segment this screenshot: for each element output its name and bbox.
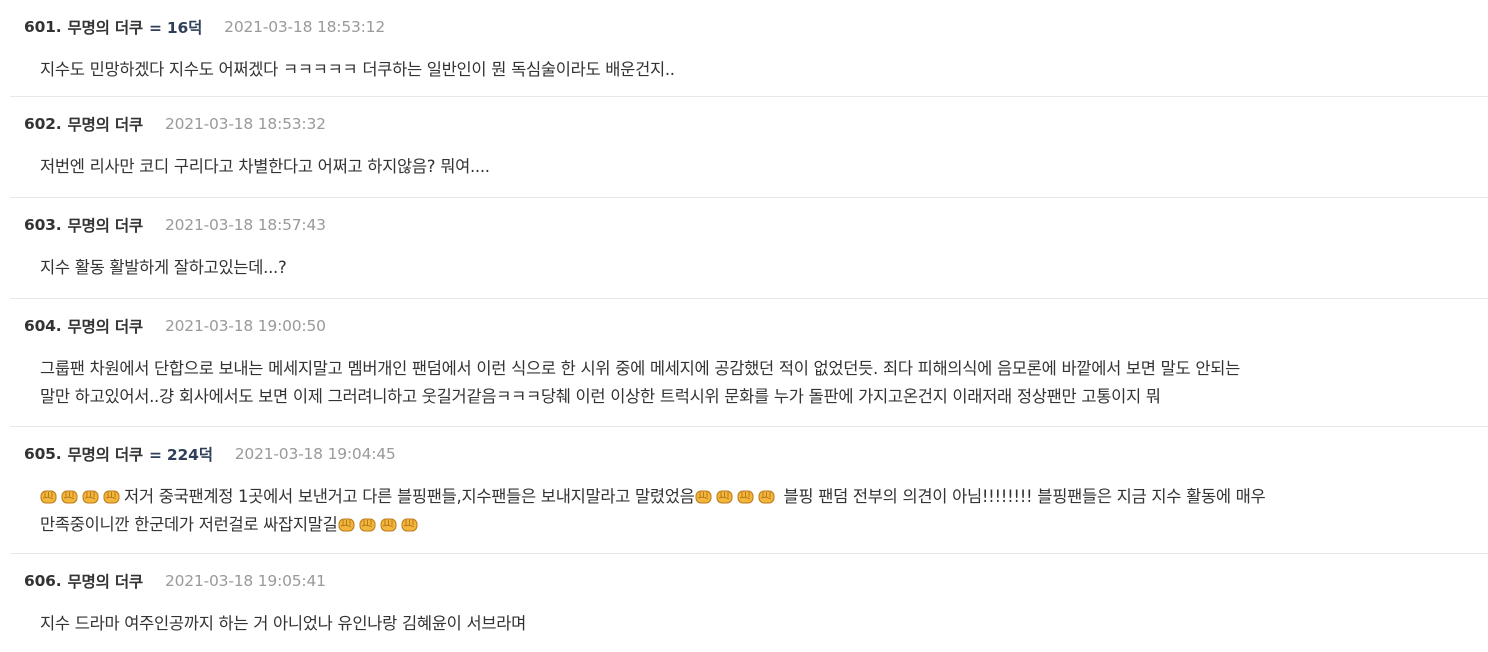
- oncoming-fist-emoji: [359, 516, 376, 533]
- comment-timestamp: 2021-03-18 18:53:12: [224, 18, 385, 36]
- comment-item: 603. 무명의 더쿠 2021-03-18 18:57:43 지수 활동 활발…: [10, 198, 1488, 299]
- comment-header: 601. 무명의 더쿠 = 16덕 2021-03-18 18:53:12: [24, 14, 1474, 40]
- duk-count: = 224덕: [148, 446, 213, 464]
- oncoming-fist-emoji: [716, 488, 733, 505]
- comment-text-line: 저거 중국팬계정 1곳에서 보낸거고 다른 블핑팬들,지수팬들은 보내지말라고 …: [40, 483, 1474, 511]
- comment-item: 601. 무명의 더쿠 = 16덕 2021-03-18 18:53:12 지수…: [10, 0, 1488, 97]
- comment-timestamp: 2021-03-18 19:05:41: [164, 572, 326, 590]
- comment-timestamp: 2021-03-18 18:57:43: [164, 216, 326, 234]
- comment-number[interactable]: 603.: [24, 216, 62, 234]
- comment-item: 602. 무명의 더쿠 2021-03-18 18:53:32 저번엔 리사만 …: [10, 97, 1488, 198]
- comment-timestamp: 2021-03-18 19:04:45: [234, 445, 396, 463]
- comment-timestamp: 2021-03-18 18:53:32: [164, 115, 326, 133]
- comment-body: 지수 활동 활발하게 잘하고있는데...?: [24, 254, 1474, 282]
- comment-list: 601. 무명의 더쿠 = 16덕 2021-03-18 18:53:12 지수…: [0, 0, 1488, 652]
- comment-text-line: 지수 드라마 여주인공까지 하는 거 아니었나 유인나랑 김혜윤이 서브라며: [40, 614, 526, 633]
- comment-header: 602. 무명의 더쿠 2021-03-18 18:53:32: [24, 111, 1474, 137]
- comment-author: 무명의 더쿠: [67, 446, 143, 464]
- comment-header: 605. 무명의 더쿠 = 224덕 2021-03-18 19:04:45: [24, 441, 1474, 467]
- oncoming-fist-emoji: [401, 516, 418, 533]
- oncoming-fist-emoji: [103, 488, 120, 505]
- comment-author: 무명의 더쿠: [67, 217, 143, 235]
- comment-author: 무명의 더쿠: [67, 573, 143, 591]
- comment-author: 무명의 더쿠: [67, 116, 143, 134]
- comment-item: 605. 무명의 더쿠 = 224덕 2021-03-18 19:04:45 저…: [10, 427, 1488, 554]
- duk-count: = 16덕: [148, 19, 203, 37]
- comment-body: 그룹팬 차원에서 단합으로 보내는 메세지말고 멤버개인 팬덤에서 이런 식으로…: [24, 355, 1474, 411]
- comment-body: 지수도 민망하겠다 지수도 어쩌겠다 ㅋㅋㅋㅋㅋ 더쿠하는 일반인이 뭔 독심술…: [24, 56, 1474, 84]
- emoji-group: [695, 487, 779, 506]
- comment-number[interactable]: 601.: [24, 18, 62, 36]
- comment-body: 저거 중국팬계정 1곳에서 보낸거고 다른 블핑팬들,지수팬들은 보내지말라고 …: [24, 483, 1474, 539]
- comment-header: 606. 무명의 더쿠 2021-03-18 19:05:41: [24, 568, 1474, 594]
- comment-header: 603. 무명의 더쿠 2021-03-18 18:57:43: [24, 212, 1474, 238]
- comment-text-line: 만족중이니깐 한군데가 저런걸로 싸잡지말길: [40, 511, 1474, 539]
- comment-item: 606. 무명의 더쿠 2021-03-18 19:05:41 지수 드라마 여…: [10, 554, 1488, 652]
- comment-text-segment: 만족중이니깐 한군데가 저런걸로 싸잡지말길: [40, 515, 338, 534]
- comment-author: 무명의 더쿠: [67, 19, 143, 37]
- oncoming-fist-emoji: [338, 516, 355, 533]
- oncoming-fist-emoji: [82, 488, 99, 505]
- oncoming-fist-emoji: [40, 488, 57, 505]
- comment-number[interactable]: 604.: [24, 317, 62, 335]
- oncoming-fist-emoji: [737, 488, 754, 505]
- oncoming-fist-emoji: [695, 488, 712, 505]
- comment-text-segment: 저거 중국팬계정 1곳에서 보낸거고 다른 블핑팬들,지수팬들은 보내지말라고 …: [124, 487, 695, 506]
- comment-text-line: 말만 하고있어서..걍 회사에서도 보면 이제 그러려니하고 웃길거같음ㅋㅋㅋ당…: [40, 387, 1161, 406]
- comment-text-segment: 블핑 팬덤 전부의 의견이 아님!!!!!!!! 블핑팬들은 지금 지수 활동에…: [778, 487, 1266, 506]
- comment-body: 저번엔 리사만 코디 구리다고 차별한다고 어쩌고 하지않음? 뭐여....: [24, 153, 1474, 181]
- comment-number[interactable]: 605.: [24, 445, 62, 463]
- oncoming-fist-emoji: [61, 488, 78, 505]
- comment-number[interactable]: 606.: [24, 572, 62, 590]
- comment-number[interactable]: 602.: [24, 115, 62, 133]
- comment-header: 604. 무명의 더쿠 2021-03-18 19:00:50: [24, 313, 1474, 339]
- comment-text-line: 지수 활동 활발하게 잘하고있는데...?: [40, 258, 287, 277]
- comment-item: 604. 무명의 더쿠 2021-03-18 19:00:50 그룹팬 차원에서…: [10, 299, 1488, 427]
- comment-body: 지수 드라마 여주인공까지 하는 거 아니었나 유인나랑 김혜윤이 서브라며: [24, 610, 1474, 638]
- comment-text-line: 지수도 민망하겠다 지수도 어쩌겠다 ㅋㅋㅋㅋㅋ 더쿠하는 일반인이 뭔 독심술…: [40, 60, 675, 79]
- emoji-group: [338, 515, 422, 534]
- oncoming-fist-emoji: [380, 516, 397, 533]
- comment-text-line: 저번엔 리사만 코디 구리다고 차별한다고 어쩌고 하지않음? 뭐여....: [40, 157, 490, 176]
- oncoming-fist-emoji: [758, 488, 775, 505]
- emoji-group: [40, 487, 124, 506]
- comment-text-line: 그룹팬 차원에서 단합으로 보내는 메세지말고 멤버개인 팬덤에서 이런 식으로…: [40, 359, 1240, 378]
- comment-timestamp: 2021-03-18 19:00:50: [164, 317, 326, 335]
- comment-author: 무명의 더쿠: [67, 318, 143, 336]
